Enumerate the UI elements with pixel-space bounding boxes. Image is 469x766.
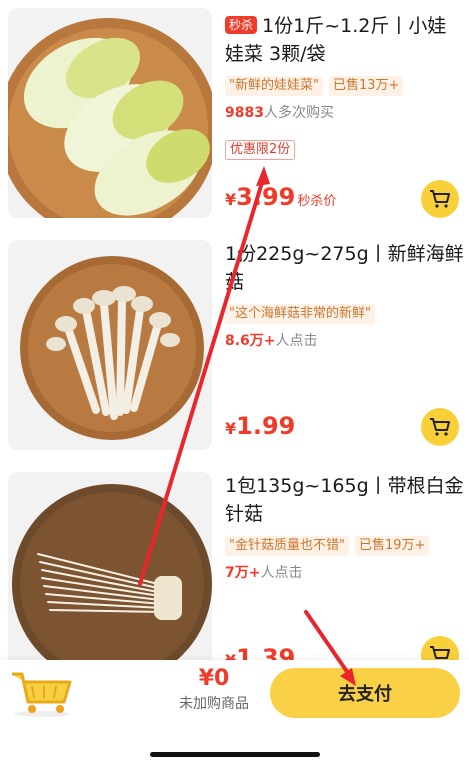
review-quote-chip: "金针菇质量也不错" bbox=[225, 536, 349, 556]
promo-limit-badge: 优惠限2份 bbox=[225, 140, 296, 160]
add-to-cart-button[interactable] bbox=[421, 408, 459, 446]
add-to-cart-button[interactable] bbox=[421, 180, 459, 218]
review-quote-chip: "这个海鲜菇非常的新鲜" bbox=[225, 304, 375, 324]
price: ¥1.39 bbox=[225, 644, 296, 660]
product-title[interactable]: 1包135g~165g丨带根白金针菇 bbox=[225, 472, 465, 528]
product-image[interactable] bbox=[8, 472, 212, 660]
add-to-cart-button[interactable] bbox=[421, 636, 459, 660]
cart-status: 未加购商品 bbox=[179, 696, 249, 712]
product-card[interactable]: 1包135g~165g丨带根白金针菇 "金针菇质量也不错" 已售19万+ 7万+人… bbox=[0, 464, 469, 660]
review-quote-chip: "新鲜的娃娃菜" bbox=[225, 76, 323, 96]
product-info: 秒杀 1份1斤~1.2斤丨小娃娃菜 3颗/袋 "新鲜的娃娃菜" 已售13万+ 988… bbox=[225, 12, 465, 160]
purchase-stat: 9883人多次购买 bbox=[225, 105, 334, 121]
napa-cabbage-image bbox=[8, 8, 212, 218]
product-info: 1包135g~165g丨带根白金针菇 "金针菇质量也不错" 已售19万+ 7万+人… bbox=[225, 472, 465, 582]
cart-amount: ¥0 bbox=[198, 666, 230, 691]
click-stat: 7万+人点击 bbox=[225, 565, 303, 581]
chip-row: "金针菇质量也不错" 已售19万+ bbox=[225, 534, 465, 556]
click-stat: 8.6万+人点击 bbox=[225, 333, 318, 349]
sold-count-chip: 已售19万+ bbox=[354, 536, 430, 556]
checkout-bar: ¥0 未加购商品 去支付 bbox=[0, 660, 469, 766]
sold-count-chip: 已售13万+ bbox=[328, 76, 404, 96]
product-info: 1份225g~275g丨新鲜海鲜菇 "这个海鲜菇非常的新鲜" 8.6万+人点击 bbox=[225, 240, 465, 350]
chip-row: "新鲜的娃娃菜" 已售13万+ bbox=[225, 74, 465, 96]
flash-sale-tag: 秒杀 bbox=[225, 16, 258, 34]
enoki-mushroom-image bbox=[8, 472, 212, 660]
seafood-mushroom-image bbox=[8, 240, 212, 450]
product-title[interactable]: 1份225g~275g丨新鲜海鲜菇 bbox=[225, 240, 465, 296]
shopping-basket-icon[interactable] bbox=[8, 668, 76, 718]
chip-row: "这个海鲜菇非常的新鲜" bbox=[225, 302, 465, 324]
cart-icon bbox=[430, 418, 450, 436]
product-title[interactable]: 秒杀 1份1斤~1.2斤丨小娃娃菜 3颗/袋 bbox=[225, 12, 465, 68]
cart-total: ¥0 未加购商品 bbox=[160, 666, 268, 713]
price: ¥3.99 秒杀价 bbox=[225, 183, 337, 211]
product-image[interactable] bbox=[8, 240, 212, 450]
product-card[interactable]: 秒杀 1份1斤~1.2斤丨小娃娃菜 3颗/袋 "新鲜的娃娃菜" 已售13万+ 988… bbox=[0, 0, 469, 222]
cart-icon bbox=[430, 646, 450, 659]
product-image[interactable] bbox=[8, 8, 212, 218]
home-indicator bbox=[150, 752, 320, 757]
product-card[interactable]: 1份225g~275g丨新鲜海鲜菇 "这个海鲜菇非常的新鲜" 8.6万+人点击 … bbox=[0, 232, 469, 454]
product-list: 秒杀 1份1斤~1.2斤丨小娃娃菜 3颗/袋 "新鲜的娃娃菜" 已售13万+ 988… bbox=[0, 0, 469, 660]
cart-icon bbox=[430, 190, 450, 208]
price: ¥1.99 bbox=[225, 412, 296, 440]
pay-button[interactable]: 去支付 bbox=[270, 668, 460, 718]
